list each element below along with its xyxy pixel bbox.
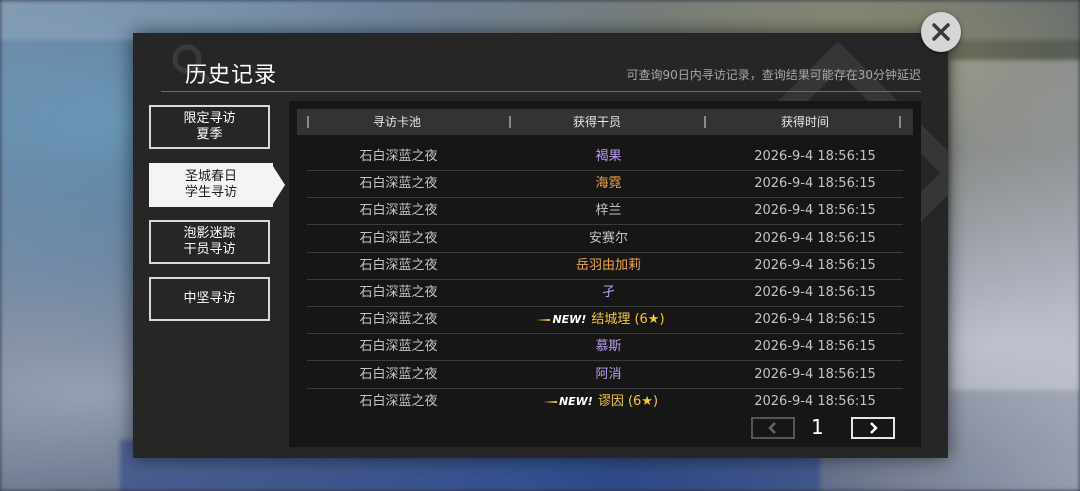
time-cell: 2026-9-4 18:56:15 bbox=[754, 339, 876, 355]
chevron-left-icon bbox=[768, 422, 776, 434]
table-row: 石白深蓝之夜 NEW! 谬因 (6★) 2026-9-4 18:56:15 bbox=[307, 388, 903, 415]
table-row: 石白深蓝之夜 梓兰 2026-9-4 18:56:15 bbox=[307, 197, 903, 226]
history-table: 寻访卡池 获得干员 获得时间 石白深蓝之夜 褐果 2026-9-4 18:56:15… bbox=[289, 101, 921, 447]
sidebar-tab-3[interactable]: 中坚寻访 bbox=[149, 277, 270, 321]
table-header: 寻访卡池 获得干员 获得时间 bbox=[297, 109, 913, 135]
time-cell: 2026-9-4 18:56:15 bbox=[754, 230, 876, 246]
pool-cell: 石白深蓝之夜 bbox=[359, 176, 438, 192]
query-hint: 可查询90日内寻访记录，查询结果可能存在30分钟延迟 bbox=[626, 68, 921, 82]
sidebar-tab-1[interactable]: 圣城春日 学生寻访 bbox=[149, 163, 285, 207]
operator-cell: 孑 bbox=[490, 279, 727, 306]
header-time: 获得时间 bbox=[780, 115, 829, 129]
sidebar-tab-label: 泡影迷踪 bbox=[183, 226, 236, 241]
operator-cell: 安赛尔 bbox=[490, 225, 727, 252]
sidebar-tab-sublabel: 干员寻访 bbox=[183, 242, 236, 257]
active-tab-arrow-icon bbox=[271, 163, 285, 207]
operator-cell: 褐果 bbox=[490, 143, 727, 170]
table-row: 石白深蓝之夜 阿消 2026-9-4 18:56:15 bbox=[307, 361, 903, 389]
operator-name: 孑 bbox=[601, 285, 615, 300]
time-cell: 2026-9-4 18:56:15 bbox=[754, 366, 876, 382]
title-divider bbox=[161, 91, 921, 92]
close-button[interactable] bbox=[921, 12, 961, 52]
time-cell: 2026-9-4 18:56:15 bbox=[754, 257, 876, 273]
new-badge: NEW! bbox=[558, 394, 593, 408]
time-cell: 2026-9-4 18:56:15 bbox=[754, 176, 876, 192]
header-operator: 获得干员 bbox=[572, 115, 621, 129]
sidebar-tab-label: 圣城春日 bbox=[184, 169, 237, 184]
pool-cell: 石白深蓝之夜 bbox=[359, 366, 438, 382]
operator-cell: NEW! 结城理 (6★) bbox=[490, 306, 727, 333]
operator-name: 慕斯 bbox=[595, 339, 622, 355]
operator-cell: 海霓 bbox=[490, 170, 727, 197]
page-number: 1 bbox=[811, 415, 824, 439]
operator-name: 结城理 (6★) bbox=[591, 312, 665, 328]
table-row: 石白深蓝之夜 NEW! 结城理 (6★) 2026-9-4 18:56:15 bbox=[307, 306, 903, 335]
operator-cell: 梓兰 bbox=[490, 197, 727, 224]
table-row: 石白深蓝之夜 孑 2026-9-4 18:56:15 bbox=[307, 279, 903, 307]
chevron-right-icon bbox=[870, 422, 878, 434]
operator-cell: 慕斯 bbox=[490, 333, 727, 360]
pool-cell: 石白深蓝之夜 bbox=[359, 339, 438, 355]
history-dialog: 历史记录 可查询90日内寻访记录，查询结果可能存在30分钟延迟 限定寻访 夏季 圣城… bbox=[133, 33, 948, 458]
time-cell: 2026-9-4 18:56:15 bbox=[754, 203, 876, 219]
pool-cell: 石白深蓝之夜 bbox=[359, 149, 438, 164]
operator-name: 褐果 bbox=[595, 149, 622, 164]
sidebar-tab-sublabel: 学生寻访 bbox=[184, 185, 237, 200]
sidebar-tab-0[interactable]: 限定寻访 夏季 bbox=[149, 105, 270, 149]
next-page-button[interactable] bbox=[851, 417, 895, 439]
operator-name: 谬因 (6★) bbox=[597, 393, 659, 409]
pool-cell: 石白深蓝之夜 bbox=[359, 312, 438, 328]
table-row: 石白深蓝之夜 安赛尔 2026-9-4 18:56:15 bbox=[307, 225, 903, 253]
table-row: 石白深蓝之夜 慕斯 2026-9-4 18:56:15 bbox=[307, 333, 903, 362]
pool-cell: 石白深蓝之夜 bbox=[359, 257, 438, 273]
table-row: 石白深蓝之夜 海霓 2026-9-4 18:56:15 bbox=[307, 170, 903, 199]
table-row: 石白深蓝之夜 岳羽由加莉 2026-9-4 18:56:15 bbox=[307, 252, 903, 280]
header-pool: 寻访卡池 bbox=[372, 115, 421, 129]
sidebar-tab-label: 中坚寻访 bbox=[183, 291, 236, 306]
operator-name: 安赛尔 bbox=[588, 230, 628, 246]
pool-cell: 石白深蓝之夜 bbox=[359, 230, 438, 246]
sidebar-tab-label: 限定寻访 bbox=[183, 111, 236, 126]
time-cell: 2026-9-4 18:56:15 bbox=[754, 285, 876, 300]
pool-cell: 石白深蓝之夜 bbox=[359, 285, 438, 300]
operator-name: 阿消 bbox=[595, 366, 622, 382]
time-cell: 2026-9-4 18:56:15 bbox=[754, 312, 876, 328]
pool-cell: 石白深蓝之夜 bbox=[359, 203, 438, 219]
operator-name: 海霓 bbox=[595, 176, 622, 192]
dialog-title: 历史记录 bbox=[185, 63, 278, 88]
time-cell: 2026-9-4 18:56:15 bbox=[754, 393, 876, 409]
sidebar-tab-2[interactable]: 泡影迷踪 干员寻访 bbox=[149, 220, 270, 264]
operator-cell: NEW! 谬因 (6★) bbox=[490, 388, 727, 415]
table-row: 石白深蓝之夜 褐果 2026-9-4 18:56:15 bbox=[307, 143, 903, 171]
close-icon bbox=[932, 23, 950, 41]
pool-cell: 石白深蓝之夜 bbox=[359, 393, 438, 409]
new-badge: NEW! bbox=[552, 313, 587, 327]
prev-page-button[interactable] bbox=[751, 417, 795, 439]
operator-cell: 阿消 bbox=[490, 361, 727, 388]
operator-name: 梓兰 bbox=[595, 203, 622, 219]
time-cell: 2026-9-4 18:56:15 bbox=[754, 149, 876, 164]
operator-name: 岳羽由加莉 bbox=[575, 257, 641, 273]
operator-cell: 岳羽由加莉 bbox=[490, 252, 727, 279]
sidebar-tab-sublabel: 夏季 bbox=[196, 127, 223, 142]
